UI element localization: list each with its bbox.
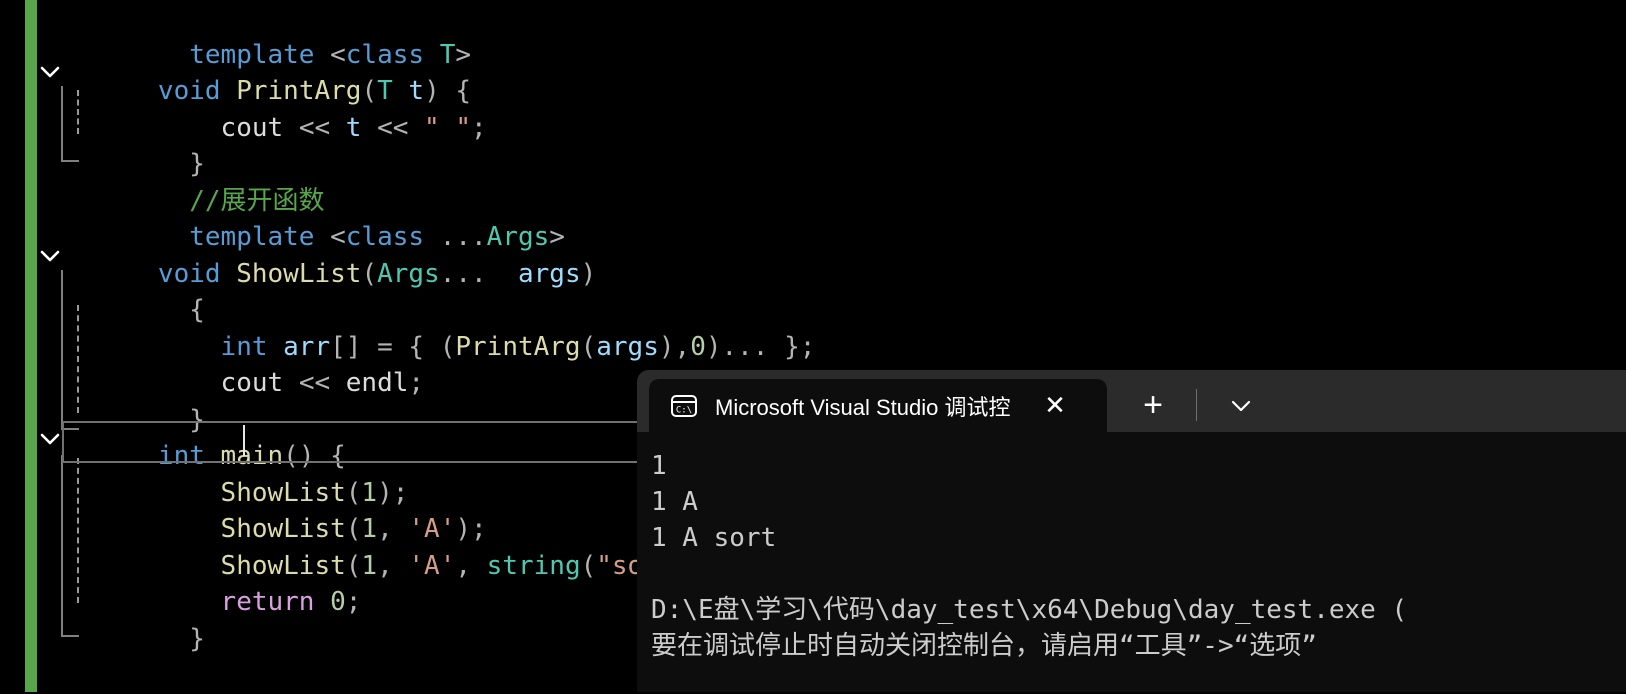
terminal-output-line: 1 A [651, 487, 698, 517]
terminal-panel[interactable]: C:\ Microsoft Visual Studio 调试控 ✕ + 1 1 … [637, 370, 1626, 692]
svg-text:C:\: C:\ [676, 405, 692, 415]
region-guide-printarg [61, 86, 63, 162]
region-guide-showlist [61, 270, 63, 430]
code-line-comment[interactable]: //展开函数 [64, 146, 1626, 216]
close-icon[interactable]: ✕ [1033, 384, 1077, 428]
code-line[interactable]: cout << t << " "; [64, 73, 1626, 143]
new-tab-button[interactable]: + [1129, 379, 1177, 432]
fold-chevron-main-icon[interactable] [39, 428, 61, 450]
text-caret [243, 425, 245, 456]
code-line[interactable]: { [64, 256, 1626, 325]
code-line[interactable]: template <class T> [64, 0, 1626, 70]
terminal-output-line: 要在调试停止时自动关闭控制台，请启用“工具”->“选项” [651, 631, 1317, 661]
terminal-titlebar: C:\ Microsoft Visual Studio 调试控 ✕ + [637, 370, 1626, 432]
code-line[interactable]: void PrintArg(T t) { [64, 37, 1626, 106]
chevron-down-icon[interactable] [1217, 379, 1265, 432]
editor-left-margin [0, 0, 25, 692]
terminal-output-line: D:\E盘\学习\代码\day_test\x64\Debug\day_test.… [651, 595, 1408, 625]
terminal-output[interactable]: 1 1 A 1 A sort D:\E盘\学习\代码\day_test\x64\… [637, 432, 1626, 692]
terminal-output-line: 1 A sort [651, 523, 777, 553]
region-guide-main [61, 455, 63, 637]
terminal-tab-title: Microsoft Visual Studio 调试控 [715, 394, 1011, 420]
fold-chevron-showlist-icon[interactable] [39, 245, 61, 267]
code-line[interactable]: cout << endl; [64, 329, 1626, 398]
toolbar-divider [1196, 389, 1197, 421]
code-line[interactable]: void ShowList(Args... args) [64, 219, 1626, 289]
outlining-gutter[interactable] [37, 0, 64, 692]
code-line[interactable]: } [64, 110, 1626, 179]
fold-chevron-printarg-icon[interactable] [39, 61, 61, 83]
console-icon: C:\ [669, 391, 699, 421]
change-tracking-bar [25, 0, 37, 692]
terminal-output-line: 1 [651, 451, 667, 481]
code-line[interactable]: int arr[] = { (PrintArg(args),0)... }; [64, 292, 1626, 362]
terminal-tab[interactable]: C:\ Microsoft Visual Studio 调试控 ✕ [649, 379, 1107, 432]
terminal-output-blank-line [651, 556, 1626, 592]
code-line[interactable]: template <class ...Args> [64, 183, 1626, 252]
